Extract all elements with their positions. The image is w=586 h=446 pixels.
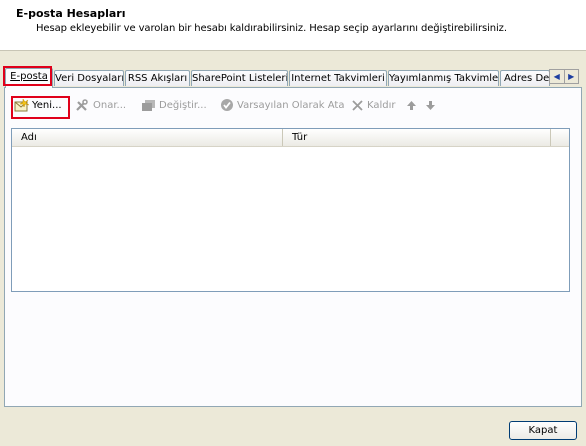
page-title: E-posta Hesapları: [16, 7, 126, 20]
column-header-name[interactable]: Adı: [12, 129, 283, 146]
tab-strip: E-posta Veri Dosyaları RSS Akışları Shar…: [4, 68, 582, 88]
tab-rss-feeds[interactable]: RSS Akışları: [125, 70, 190, 86]
move-up-button[interactable]: [406, 96, 417, 114]
change-button[interactable]: Değiştir...: [141, 96, 207, 114]
scroll-right-icon[interactable]: ▶: [563, 70, 579, 83]
set-default-button[interactable]: Varsayılan Olarak Ata: [220, 96, 344, 114]
column-header-type[interactable]: Tür: [283, 129, 551, 146]
wrench-icon: [75, 98, 90, 112]
page-description: Hesap ekleyebilir ve varolan bir hesabı …: [36, 23, 507, 34]
arrow-up-icon: [406, 100, 417, 111]
change-settings-icon: [141, 99, 156, 112]
tab-published-calendars[interactable]: Yayımlanmış Takvimler: [388, 70, 499, 86]
scroll-left-icon[interactable]: ◀: [550, 70, 564, 83]
repair-button[interactable]: Onar...: [75, 96, 126, 114]
move-down-button[interactable]: [425, 96, 436, 114]
tab-data-files[interactable]: Veri Dosyaları: [54, 70, 124, 86]
tab-internet-calendars[interactable]: Internet Takvimleri: [289, 70, 387, 86]
email-tab-highlight: [3, 66, 52, 86]
dialog-header: E-posta Hesapları Hesap ekleyebilir ve v…: [0, 0, 586, 51]
email-tab-panel: Yeni... Onar... Değiştir... Varsayılan O…: [4, 87, 582, 407]
tab-address-books[interactable]: Adres De: [500, 70, 550, 86]
tab-sharepoint-lists[interactable]: SharePoint Listeleri: [191, 70, 288, 86]
list-header: Adı Tür: [12, 129, 569, 147]
remove-button[interactable]: Kaldır: [351, 96, 396, 114]
tab-scroll-buttons: ◀ ▶: [549, 69, 579, 84]
close-button[interactable]: Kapat: [509, 421, 577, 440]
arrow-down-icon: [425, 100, 436, 111]
checkmark-icon: [220, 98, 234, 112]
accounts-list[interactable]: Adı Tür: [11, 128, 570, 292]
new-button-highlight: [11, 96, 70, 119]
close-icon: [351, 99, 364, 112]
account-toolbar: Yeni... Onar... Değiştir... Varsayılan O…: [11, 96, 571, 114]
